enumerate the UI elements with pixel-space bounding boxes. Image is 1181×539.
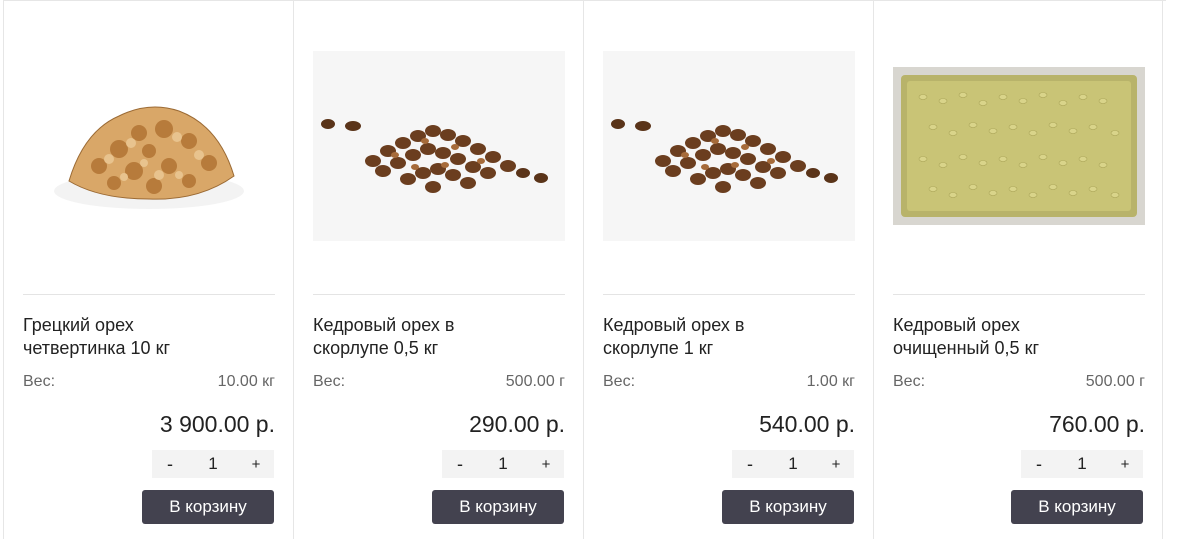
weight-row: Вес: 10.00 кг [23, 373, 275, 391]
add-to-cart-button[interactable]: В корзину [432, 490, 564, 524]
quantity-stepper: - 1 + [442, 450, 564, 478]
card-divider [603, 294, 855, 295]
decrease-button[interactable]: - [1021, 454, 1057, 475]
add-to-cart-button[interactable]: В корзину [142, 490, 274, 524]
card-divider [23, 294, 275, 295]
weight-label: Вес: [23, 373, 56, 390]
add-to-cart-button[interactable]: В корзину [1011, 490, 1143, 524]
quantity-value[interactable]: 1 [193, 454, 233, 474]
pine-nuts-in-shell-photo-icon[interactable] [603, 51, 855, 241]
weight-value: 10.00 кг [217, 373, 275, 390]
product-title[interactable]: Кедровый орех в скорлупе 1 кг [603, 314, 855, 360]
decrease-button[interactable]: - [442, 454, 478, 475]
product-title-line: Грецкий орех [23, 315, 134, 335]
increase-button[interactable]: + [528, 456, 564, 473]
quantity-value[interactable]: 1 [1062, 454, 1102, 474]
product-price: 760.00 р. [1049, 411, 1145, 437]
card-divider [313, 294, 565, 295]
quantity-stepper: - 1 + [1021, 450, 1143, 478]
product-price: 290.00 р. [469, 411, 565, 437]
weight-row: Вес: 500.00 г [893, 373, 1145, 391]
product-card: Кедровый орех в скорлупе 1 кг Вес: 1.00 … [583, 1, 873, 539]
quantity-stepper: - 1 + [152, 450, 274, 478]
product-grid: Грецкий орех четвертинка 10 кг Вес: 10.0… [3, 0, 1166, 539]
weight-value: 500.00 г [1085, 373, 1145, 390]
pine-nuts-in-shell-photo-icon[interactable] [313, 51, 565, 241]
product-card: Кедровый орех в скорлупе 0,5 кг Вес: 500… [293, 1, 583, 539]
weight-value: 500.00 г [505, 373, 565, 390]
quantity-value[interactable]: 1 [483, 454, 523, 474]
product-price: 540.00 р. [759, 411, 855, 437]
product-price: 3 900.00 р. [159, 411, 275, 437]
weight-value: 1.00 кг [806, 373, 855, 390]
weight-label: Вес: [893, 373, 926, 390]
weight-row: Вес: 1.00 кг [603, 373, 855, 391]
product-title-line: Кедровый орех в [313, 315, 455, 335]
weight-label: Вес: [313, 373, 346, 390]
decrease-button[interactable]: - [732, 454, 768, 475]
card-divider [893, 294, 1145, 295]
add-to-cart-button[interactable]: В корзину [722, 490, 854, 524]
increase-button[interactable]: + [818, 456, 854, 473]
increase-button[interactable]: + [1107, 456, 1143, 473]
product-title[interactable]: Грецкий орех четвертинка 10 кг [23, 314, 275, 360]
weight-label: Вес: [603, 373, 636, 390]
product-title-line: Кедровый орех в [603, 315, 745, 335]
product-title-line: четвертинка 10 кг [23, 338, 171, 358]
increase-button[interactable]: + [238, 456, 274, 473]
product-title-line: очищенный 0,5 кг [893, 338, 1040, 358]
product-card: Грецкий орех четвертинка 10 кг Вес: 10.0… [3, 1, 293, 539]
quantity-stepper: - 1 + [732, 450, 854, 478]
product-title-line: Кедровый орех [893, 315, 1020, 335]
weight-row: Вес: 500.00 г [313, 373, 565, 391]
product-title[interactable]: Кедровый орех в скорлупе 0,5 кг [313, 314, 565, 360]
decrease-button[interactable]: - [152, 454, 188, 475]
walnut-photo-icon[interactable] [23, 51, 275, 241]
quantity-value[interactable]: 1 [773, 454, 813, 474]
product-title-line: скорлупе 0,5 кг [313, 338, 439, 358]
product-card: Кедровый орех очищенный 0,5 кг Вес: 500.… [873, 1, 1163, 539]
product-title[interactable]: Кедровый орех очищенный 0,5 кг [893, 314, 1145, 360]
product-title-line: скорлупе 1 кг [603, 338, 714, 358]
shelled-pine-nuts-bag-photo-icon[interactable] [893, 51, 1145, 241]
